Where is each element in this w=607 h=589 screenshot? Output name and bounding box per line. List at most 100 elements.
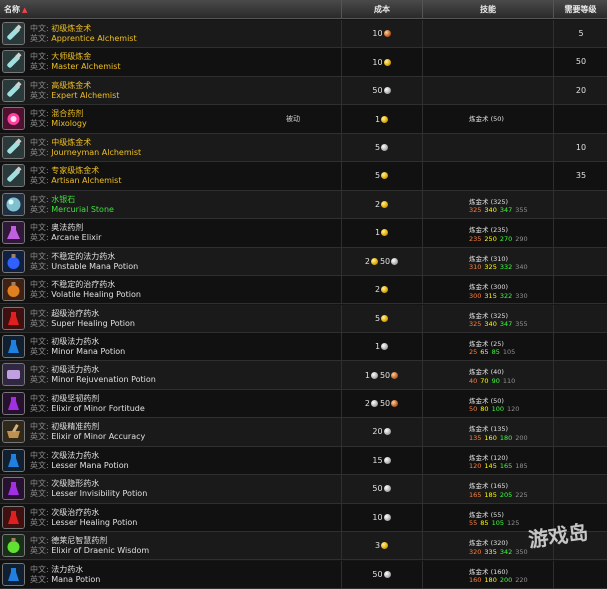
item-name-en[interactable]: Lesser Mana Potion (51, 461, 128, 470)
flask-icon[interactable] (2, 164, 25, 188)
item-names: 中文: 初级炼金术 英文: Apprentice Alchemist (30, 24, 137, 44)
skill-name[interactable]: 炼金术 (120) (469, 454, 531, 463)
table-row[interactable]: 中文: 初级坚韧药剂 英文: Elixir of Minor Fortitude 2… (0, 389, 607, 419)
table-row[interactable]: 中文: 高级炼金术 英文: Expert Alchemist 50 20 (0, 76, 607, 106)
flask-icon[interactable] (2, 22, 25, 45)
flask-icon[interactable] (2, 135, 25, 159)
item-name-en[interactable]: Minor Mana Potion (51, 347, 125, 356)
green-potion-icon[interactable] (2, 534, 25, 558)
purple-potion-icon[interactable] (2, 391, 25, 415)
item-name-cn[interactable]: 专家级炼金术 (51, 166, 99, 175)
table-row[interactable]: 中文: 初级炼金术 英文: Apprentice Alchemist 10 5 (0, 20, 607, 49)
skill-name[interactable]: 炼金术 (165) (469, 482, 531, 491)
item-name-cn[interactable]: 德莱尼智慧药剂 (51, 536, 107, 545)
skill-name[interactable]: 炼金术 (50) (469, 115, 504, 124)
skill-name[interactable]: 炼金术 (55) (469, 511, 522, 520)
item-name-en[interactable]: Lesser Invisibility Potion (51, 489, 147, 498)
mana-potion-icon[interactable] (2, 249, 25, 273)
flask-icon[interactable] (2, 78, 25, 102)
cost-cell: 5 (342, 133, 423, 162)
table-row[interactable]: 中文: 专家级炼金术 英文: Artisan Alchemist 5 35 (0, 162, 607, 191)
table-row[interactable]: 中文: 混合药剂 英文: Mixology 被动 1 炼金术 (50) (0, 105, 607, 134)
item-name-en[interactable]: Journeyman Alchemist (51, 148, 141, 157)
column-header-name[interactable]: 名称 ▲ (0, 0, 342, 19)
item-name-cn[interactable]: 不稳定的法力药水 (51, 252, 115, 261)
elixir-icon[interactable] (2, 221, 25, 245)
item-name-en[interactable]: Arcane Elixir (51, 233, 101, 242)
sort-up-icon[interactable]: ▲ (22, 6, 27, 14)
column-header-skill[interactable]: 技能 (423, 0, 554, 19)
item-name-cn[interactable]: 初级坚韧药剂 (51, 394, 99, 403)
item-name-en[interactable]: Apprentice Alchemist (51, 34, 136, 43)
blue-potion-icon[interactable] (2, 562, 25, 586)
item-name-cn[interactable]: 初级活力药水 (51, 365, 99, 374)
stone-icon[interactable] (2, 192, 25, 216)
skill-levels: 40 70 90 110 (469, 377, 518, 386)
item-name-en[interactable]: Artisan Alchemist (51, 176, 121, 185)
mortar-icon[interactable] (2, 420, 25, 444)
skill-name[interactable]: 炼金术 (325) (469, 312, 531, 321)
item-name-en[interactable]: Elixir of Minor Accuracy (51, 432, 145, 441)
blue-potion-icon[interactable] (2, 448, 25, 472)
item-name-cn[interactable]: 中级炼金术 (51, 138, 91, 147)
item-name-cn[interactable]: 奥法药剂 (51, 223, 83, 232)
item-name-cn[interactable]: 超级治疗药水 (51, 309, 99, 318)
item-name-en[interactable]: Mixology (51, 119, 86, 128)
item-name-cn[interactable]: 混合药剂 (51, 109, 83, 118)
table-row[interactable]: 中文: 奥法药剂 英文: Arcane Elixir 1 炼金术 (235) 235 25… (0, 219, 607, 248)
skill-name[interactable]: 炼金术 (50) (469, 397, 522, 406)
item-name-cn[interactable]: 初级精准药剂 (51, 422, 99, 431)
skill-name[interactable]: 炼金术 (25) (469, 340, 518, 349)
item-name-en[interactable]: Expert Alchemist (51, 91, 119, 100)
item-name-cn[interactable]: 初级炼金术 (51, 24, 91, 33)
item-name-en[interactable]: Elixir of Draenic Wisdom (51, 546, 149, 555)
skill-name[interactable]: 炼金术 (135) (469, 425, 531, 434)
item-name-cn[interactable]: 初级法力药水 (51, 337, 99, 346)
table-row[interactable]: 中文: 初级法力药水 英文: Minor Mana Potion 1 炼金术 (25)… (0, 332, 607, 362)
red-potion-icon[interactable] (2, 306, 25, 330)
skill-name[interactable]: 炼金术 (40) (469, 368, 518, 377)
skill-level-value: 225 (515, 490, 528, 499)
skill-name[interactable]: 炼金术 (325) (469, 198, 531, 207)
mixology-icon[interactable] (2, 107, 25, 131)
item-name-en[interactable]: Super Healing Potion (51, 319, 135, 328)
item-name-cn[interactable]: 不稳定的治疗药水 (51, 280, 115, 289)
skill-name[interactable]: 炼金术 (310) (469, 255, 531, 264)
table-row[interactable]: 中文: 大师级炼金 英文: Master Alchemist 10 50 (0, 48, 607, 77)
item-name-cn[interactable]: 水银石 (51, 195, 75, 204)
table-row[interactable]: 中文: 次级隐形药水 英文: Lesser Invisibility Potion… (0, 475, 607, 504)
healing-potion-icon[interactable] (2, 278, 25, 302)
flask-icon[interactable] (2, 50, 25, 74)
item-name-en[interactable]: Mana Potion (51, 575, 100, 584)
item-name-en[interactable]: Minor Rejuvenation Potion (51, 375, 156, 384)
purple-potion-icon[interactable] (2, 477, 25, 501)
item-name-cn[interactable]: 次级隐形药水 (51, 479, 99, 488)
item-name-cn[interactable]: 高级炼金术 (51, 81, 91, 90)
item-name-en[interactable]: Mercurial Stone (51, 205, 114, 214)
skill-name[interactable]: 炼金术 (235) (469, 226, 531, 235)
item-name-cn[interactable]: 次级治疗药水 (51, 508, 99, 517)
table-row[interactable]: 中文: 超级治疗药水 英文: Super Healing Potion 5 炼金术 (… (0, 304, 607, 333)
item-name-en[interactable]: Elixir of Minor Fortitude (51, 404, 145, 413)
table-row[interactable]: 中文: 中级炼金术 英文: Journeyman Alchemist 5 10 (0, 133, 607, 163)
table-row[interactable]: 中文: 初级精准药剂 英文: Elixir of Minor Accuracy 20… (0, 418, 607, 447)
column-header-cost[interactable]: 成本 (342, 0, 423, 19)
item-name-en[interactable]: Unstable Mana Potion (51, 262, 138, 271)
skill-name[interactable]: 炼金术 (300) (469, 283, 531, 292)
table-row[interactable]: 中文: 次级法力药水 英文: Lesser Mana Potion 15 炼金术 (1… (0, 446, 607, 476)
table-row[interactable]: 中文: 水银石 英文: Mercurial Stone 2 炼金术 (325) 325 3… (0, 190, 607, 220)
red-potion-icon[interactable] (2, 505, 25, 529)
item-name-cn[interactable]: 大师级炼金 (51, 52, 91, 61)
item-name-en[interactable]: Volatile Healing Potion (51, 290, 141, 299)
blue-potion-icon[interactable] (2, 334, 25, 358)
table-row[interactable]: 中文: 不稳定的法力药水 英文: Unstable Mana Potion 2 50 炼… (0, 247, 607, 276)
item-name-en[interactable]: Master Alchemist (51, 62, 120, 71)
table-row[interactable]: 中文: 不稳定的治疗药水 英文: Volatile Healing Potion 2… (0, 276, 607, 305)
item-name-cn[interactable]: 法力药水 (51, 565, 83, 574)
item-name-cn[interactable]: 次级法力药水 (51, 451, 99, 460)
table-row[interactable]: 中文: 初级活力药水 英文: Minor Rejuvenation Potion 1… (0, 361, 607, 390)
column-header-req-level[interactable]: 需要等级 (554, 0, 607, 19)
scroll-icon[interactable] (2, 363, 25, 387)
item-name-en[interactable]: Lesser Healing Potion (51, 518, 137, 527)
skill-level-value: 105 (491, 519, 504, 528)
